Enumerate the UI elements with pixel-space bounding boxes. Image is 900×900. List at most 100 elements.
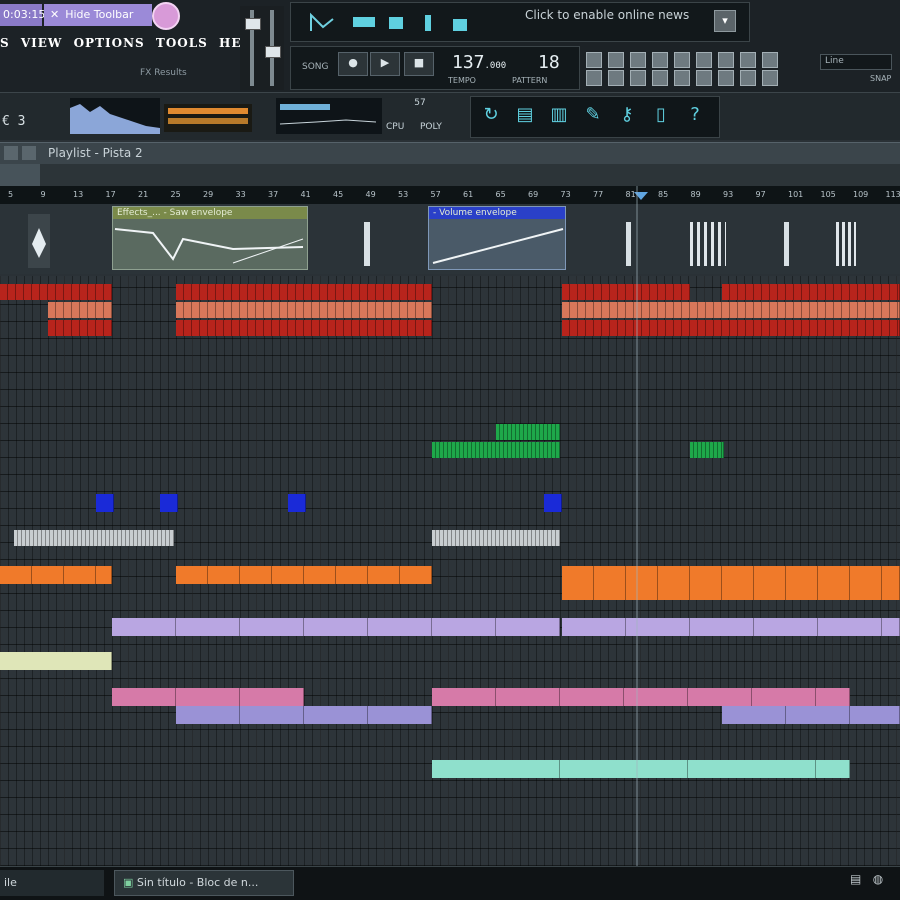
pattern-clip[interactable] bbox=[746, 284, 754, 300]
pattern-clip[interactable] bbox=[304, 320, 312, 336]
pattern-clip[interactable] bbox=[416, 320, 424, 336]
tool-icon[interactable] bbox=[652, 70, 668, 86]
automation-clip-small[interactable] bbox=[28, 214, 50, 268]
pattern-clip[interactable] bbox=[602, 284, 610, 300]
pattern-clip[interactable] bbox=[272, 284, 280, 300]
pattern-clip[interactable] bbox=[762, 320, 770, 336]
tool-icon[interactable] bbox=[608, 70, 624, 86]
pattern-clip[interactable] bbox=[384, 302, 392, 318]
pattern-clip[interactable] bbox=[650, 302, 658, 318]
pattern-clip[interactable] bbox=[48, 320, 56, 336]
tempo-display[interactable]: 137.000 bbox=[452, 52, 506, 73]
chevron-down-icon[interactable]: ▾ bbox=[714, 10, 736, 32]
plugin-icon[interactable]: ▤ bbox=[514, 104, 536, 126]
pattern-clip[interactable] bbox=[816, 688, 850, 706]
pattern-clip[interactable] bbox=[400, 284, 408, 300]
pattern-clip[interactable] bbox=[408, 284, 416, 300]
pattern-clip[interactable] bbox=[328, 284, 336, 300]
pattern-clip[interactable] bbox=[858, 302, 866, 318]
tool-icon[interactable] bbox=[586, 52, 602, 68]
pattern-clip[interactable] bbox=[80, 320, 88, 336]
pattern-clip[interactable] bbox=[176, 618, 240, 636]
pattern-clip[interactable] bbox=[170, 530, 174, 546]
pattern-clip[interactable] bbox=[826, 284, 834, 300]
pattern-clip[interactable] bbox=[818, 302, 826, 318]
pattern-clip[interactable] bbox=[360, 320, 368, 336]
tool-icon[interactable] bbox=[696, 70, 712, 86]
pattern-clip[interactable] bbox=[0, 652, 112, 670]
tool-icon[interactable] bbox=[630, 70, 646, 86]
pattern-clip[interactable] bbox=[618, 284, 626, 300]
master-volume-handle[interactable] bbox=[245, 18, 261, 30]
pattern-clip[interactable] bbox=[544, 494, 562, 512]
pattern-clip[interactable] bbox=[690, 566, 722, 600]
pattern-clip[interactable] bbox=[56, 302, 64, 318]
menu-item-options[interactable]: OPTIONS bbox=[74, 36, 145, 50]
pattern-clip[interactable] bbox=[360, 284, 368, 300]
pattern-clip[interactable] bbox=[96, 320, 104, 336]
pattern-clip[interactable] bbox=[866, 302, 874, 318]
pattern-clip[interactable] bbox=[658, 284, 666, 300]
pattern-clip[interactable] bbox=[24, 284, 32, 300]
pattern-clip[interactable] bbox=[626, 320, 634, 336]
pattern-clip[interactable] bbox=[296, 284, 304, 300]
pattern-clip[interactable] bbox=[64, 320, 72, 336]
pattern-clip[interactable] bbox=[40, 284, 48, 300]
pattern-clip[interactable] bbox=[890, 302, 898, 318]
pattern-clip[interactable] bbox=[176, 688, 240, 706]
pattern-clip[interactable] bbox=[618, 320, 626, 336]
pattern-clip[interactable] bbox=[240, 688, 304, 706]
pattern-clip[interactable] bbox=[224, 320, 232, 336]
pattern-clip[interactable] bbox=[810, 284, 818, 300]
pattern-clip[interactable] bbox=[850, 302, 858, 318]
pattern-clip[interactable] bbox=[312, 302, 320, 318]
pattern-clip[interactable] bbox=[432, 760, 560, 778]
pattern-clip[interactable] bbox=[176, 284, 184, 300]
pattern-clip[interactable] bbox=[562, 566, 594, 600]
pattern-clip[interactable] bbox=[786, 566, 818, 600]
tool-icon[interactable] bbox=[674, 70, 690, 86]
pattern-clip[interactable] bbox=[264, 320, 272, 336]
pattern-clip[interactable] bbox=[296, 302, 304, 318]
pattern-clip[interactable] bbox=[176, 706, 240, 724]
pattern-clip[interactable] bbox=[424, 320, 432, 336]
pattern-clip[interactable] bbox=[288, 302, 296, 318]
pattern-clip[interactable] bbox=[208, 302, 216, 318]
pattern-clip[interactable] bbox=[842, 320, 850, 336]
pattern-clip[interactable] bbox=[360, 302, 368, 318]
pattern-clip[interactable] bbox=[714, 320, 722, 336]
pattern-clip[interactable] bbox=[698, 320, 706, 336]
pattern-clip[interactable] bbox=[232, 320, 240, 336]
pattern-clip[interactable] bbox=[424, 302, 432, 318]
pattern-clip[interactable] bbox=[288, 494, 306, 512]
pattern-clip[interactable] bbox=[602, 302, 610, 318]
pattern-clip[interactable] bbox=[224, 284, 232, 300]
pattern-clip[interactable] bbox=[336, 566, 368, 584]
brush-icon[interactable]: ✎ bbox=[582, 104, 604, 126]
pattern-clip[interactable] bbox=[376, 320, 384, 336]
automation-spike[interactable] bbox=[626, 222, 631, 266]
pattern-clip[interactable] bbox=[706, 320, 714, 336]
taskbar-item-fl[interactable]: ile bbox=[0, 870, 104, 896]
pattern-clip[interactable] bbox=[730, 302, 738, 318]
pattern-clip[interactable] bbox=[682, 284, 690, 300]
pattern-clip[interactable] bbox=[176, 302, 184, 318]
tab-time[interactable]: 0:03:15 bbox=[0, 4, 45, 26]
pattern-clip[interactable] bbox=[376, 302, 384, 318]
pattern-clip[interactable] bbox=[850, 706, 900, 724]
pattern-clip[interactable] bbox=[556, 530, 560, 546]
pattern-clip[interactable] bbox=[368, 302, 376, 318]
pattern-clip[interactable] bbox=[754, 284, 762, 300]
pattern-clip[interactable] bbox=[698, 302, 706, 318]
pattern-clip[interactable] bbox=[96, 302, 104, 318]
pattern-clip[interactable] bbox=[556, 424, 560, 440]
pattern-clip[interactable] bbox=[336, 320, 344, 336]
pattern-clip[interactable] bbox=[560, 760, 688, 778]
pattern-clip[interactable] bbox=[770, 284, 778, 300]
key-icon[interactable]: ⚷ bbox=[616, 104, 638, 126]
pattern-clip[interactable] bbox=[96, 494, 114, 512]
pattern-clip[interactable] bbox=[658, 566, 690, 600]
pattern-clip[interactable] bbox=[690, 618, 754, 636]
pattern-clip[interactable] bbox=[618, 302, 626, 318]
pattern-clip[interactable] bbox=[192, 320, 200, 336]
